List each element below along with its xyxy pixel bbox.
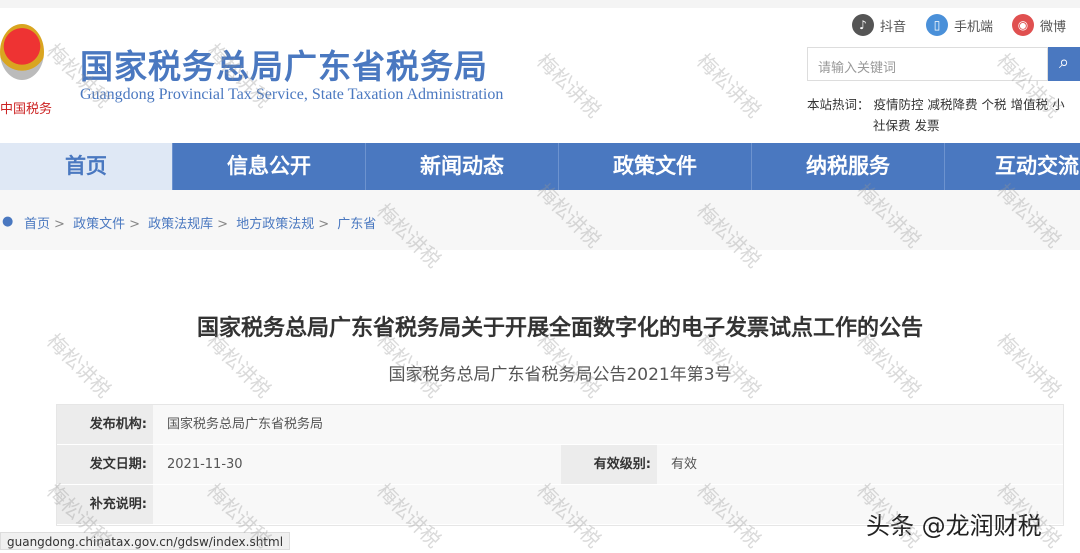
note-value: [153, 485, 167, 524]
breadcrumb-item[interactable]: 政策文件: [73, 217, 125, 232]
douyin-label: 抖音: [880, 19, 907, 35]
breadcrumb-item[interactable]: 首页: [24, 217, 50, 232]
search-button[interactable]: ⌕: [1048, 47, 1080, 81]
validity-label: 有效级别:: [561, 445, 657, 484]
date-label: 发文日期:: [57, 445, 153, 484]
watermark-text: 梅松讲税: [692, 48, 766, 123]
hot-words: 本站热词： 疫情防控 减税降费 个税 增值税小社保费 发票: [807, 94, 1080, 136]
breadcrumb-sep: >: [54, 217, 65, 232]
status-bar-url: guangdong.chinatax.gov.cn/gdsw/index.sht…: [0, 532, 291, 550]
breadcrumb-sep: >: [318, 217, 330, 232]
document-number: 国家税务总局广东省税务局公告2021年第3号: [388, 365, 732, 385]
top-strip: [0, 0, 1080, 8]
breadcrumb-sep: >: [129, 217, 140, 232]
douyin-icon: ♪: [852, 14, 874, 36]
site-subtitle: Guangdong Provincial Tax Service, State …: [80, 86, 504, 103]
search-input[interactable]: 请输入关键词: [807, 47, 1048, 81]
nav-service[interactable]: 纳税服务: [752, 143, 945, 190]
location-pin-icon: ●: [2, 214, 14, 229]
date-value: 2021-11-30: [167, 457, 243, 472]
hot-word[interactable]: 发票: [915, 118, 940, 133]
mobile-link[interactable]: ▯ 手机端: [926, 14, 993, 36]
breadcrumb-item[interactable]: 广东省: [337, 217, 376, 232]
nav-policy[interactable]: 政策文件: [559, 143, 752, 190]
table-row: 发布机构: 国家税务总局广东省税务局: [57, 405, 1063, 445]
mobile-icon: ▯: [926, 14, 948, 36]
breadcrumb: ● 首页 > 政策文件 > 政策法规库 > 地方政策法规 > 广东省: [0, 190, 1080, 250]
hot-word[interactable]: 小: [1052, 97, 1065, 112]
hot-word[interactable]: 减税降费: [928, 97, 978, 112]
article-title: 国家税务总局广东省税务局关于开展全面数字化的电子发票试点工作的公告: [196, 316, 923, 341]
emblem-text: 中国税务: [0, 102, 53, 117]
table-row: 发文日期: 2021-11-30 有效级别: 有效: [57, 445, 1063, 485]
brand-watermark: 头条 @龙润财税: [866, 512, 1042, 540]
validity-value: 有效: [671, 457, 698, 472]
weibo-label: 微博: [1040, 19, 1067, 35]
nav-info[interactable]: 信息公开: [173, 143, 366, 190]
nav-news[interactable]: 新闻动态: [366, 143, 559, 190]
hot-word[interactable]: 社保费: [873, 118, 911, 133]
breadcrumb-item[interactable]: 政策法规库: [148, 217, 213, 232]
main-nav: 首页 信息公开 新闻动态 政策文件 纳税服务 互动交流: [0, 143, 1080, 190]
emblem-logo: [0, 24, 44, 80]
watermark-text: 梅松讲税: [532, 48, 606, 123]
note-label: 补充说明:: [57, 485, 153, 524]
hot-word[interactable]: 疫情防控: [874, 97, 924, 112]
search-icon: ⌕: [1058, 52, 1070, 73]
hot-word[interactable]: 个税: [982, 97, 1007, 112]
weibo-link[interactable]: ◉ 微博: [1012, 14, 1066, 36]
nav-home[interactable]: 首页: [0, 143, 173, 190]
site-title[interactable]: 国家税务总局广东省税务局: [80, 40, 488, 88]
weibo-icon: ◉: [1012, 14, 1034, 36]
hot-word[interactable]: 增值税: [1011, 97, 1049, 112]
issuer-label: 发布机构:: [57, 405, 153, 444]
hot-label: 本站热词：: [807, 97, 870, 112]
breadcrumb-sep: >: [217, 217, 229, 232]
nav-interact[interactable]: 互动交流: [945, 143, 1080, 190]
breadcrumb-item[interactable]: 地方政策法规: [236, 217, 314, 232]
issuer-value: 国家税务总局广东省税务局: [167, 417, 324, 432]
mobile-label: 手机端: [954, 19, 994, 35]
douyin-link[interactable]: ♪ 抖音: [852, 14, 906, 36]
